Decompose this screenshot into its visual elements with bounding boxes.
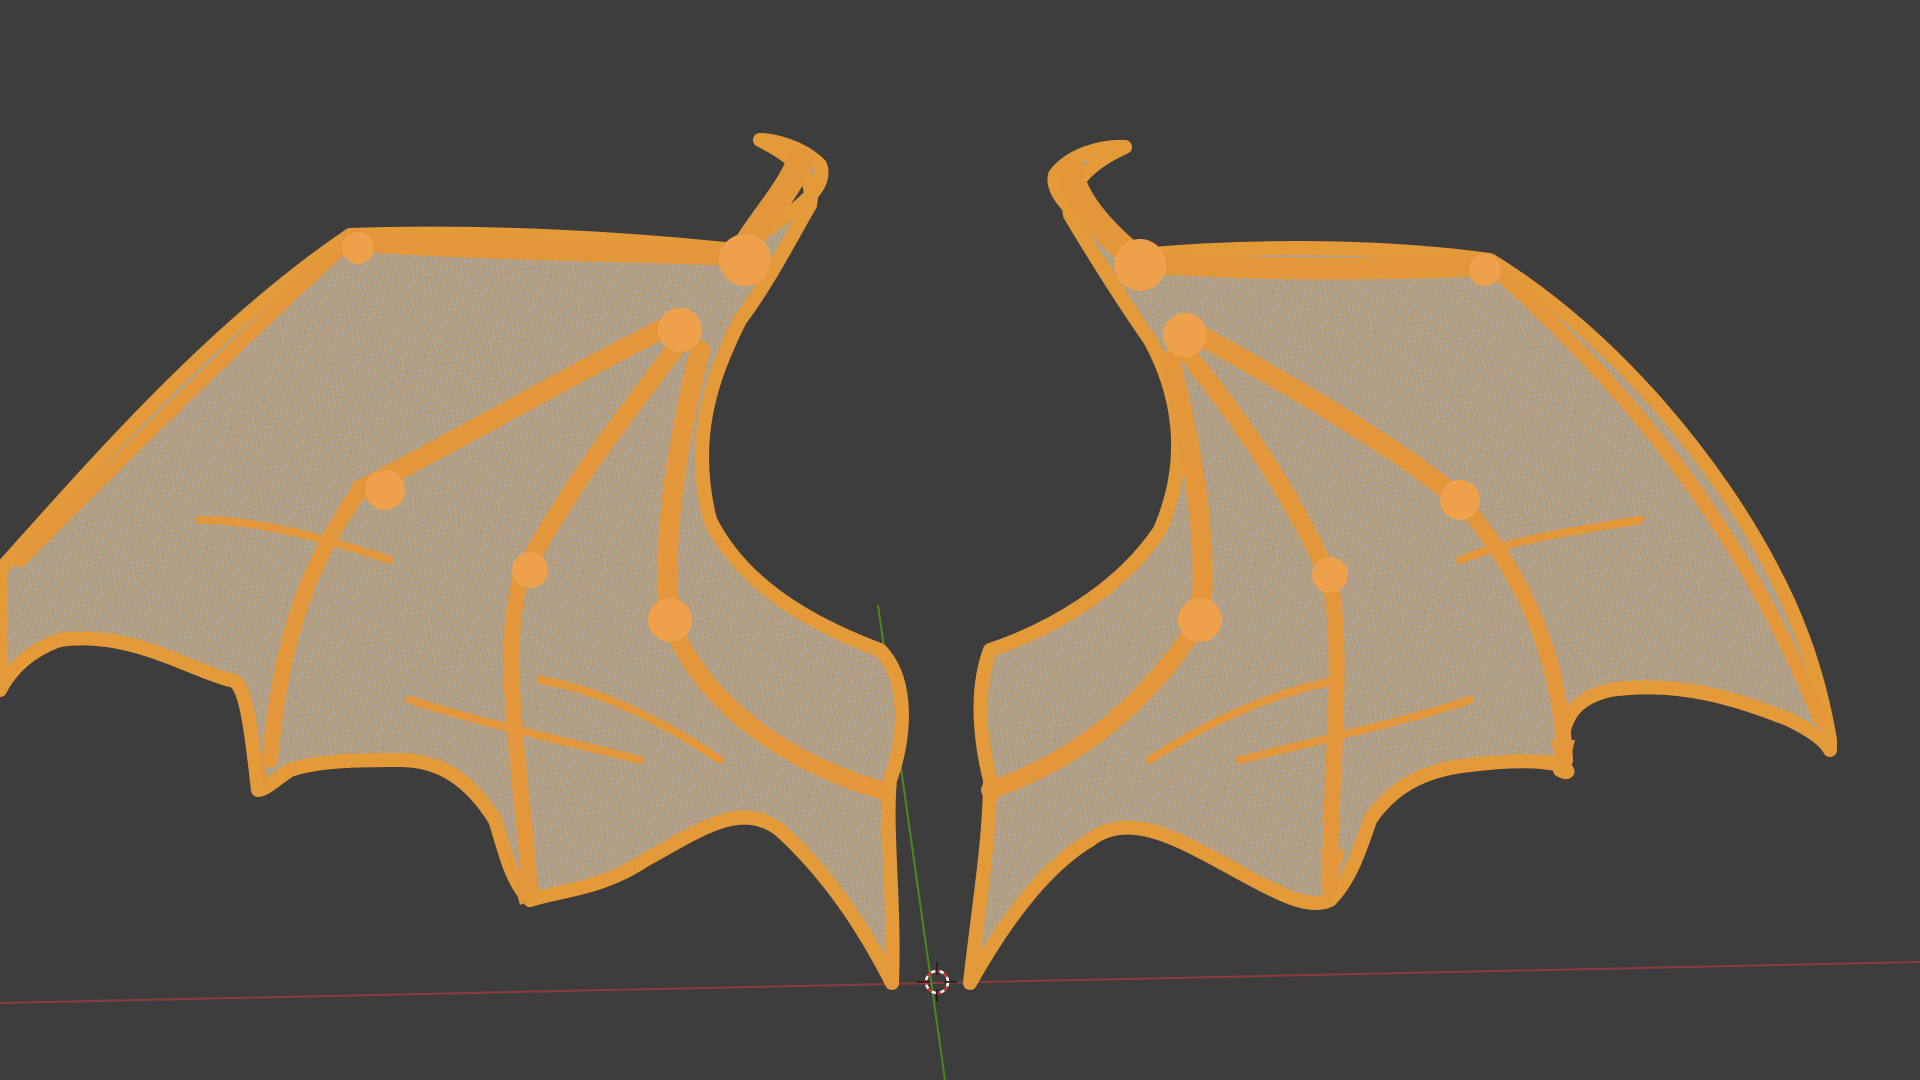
3d-viewport[interactable] — [0, 0, 1920, 1080]
right-wing[interactable] — [963, 139, 1837, 990]
x-axis-line — [0, 961, 1920, 1004]
viewport-canvas[interactable] — [0, 0, 1920, 1080]
left-wing[interactable] — [0, 133, 909, 990]
